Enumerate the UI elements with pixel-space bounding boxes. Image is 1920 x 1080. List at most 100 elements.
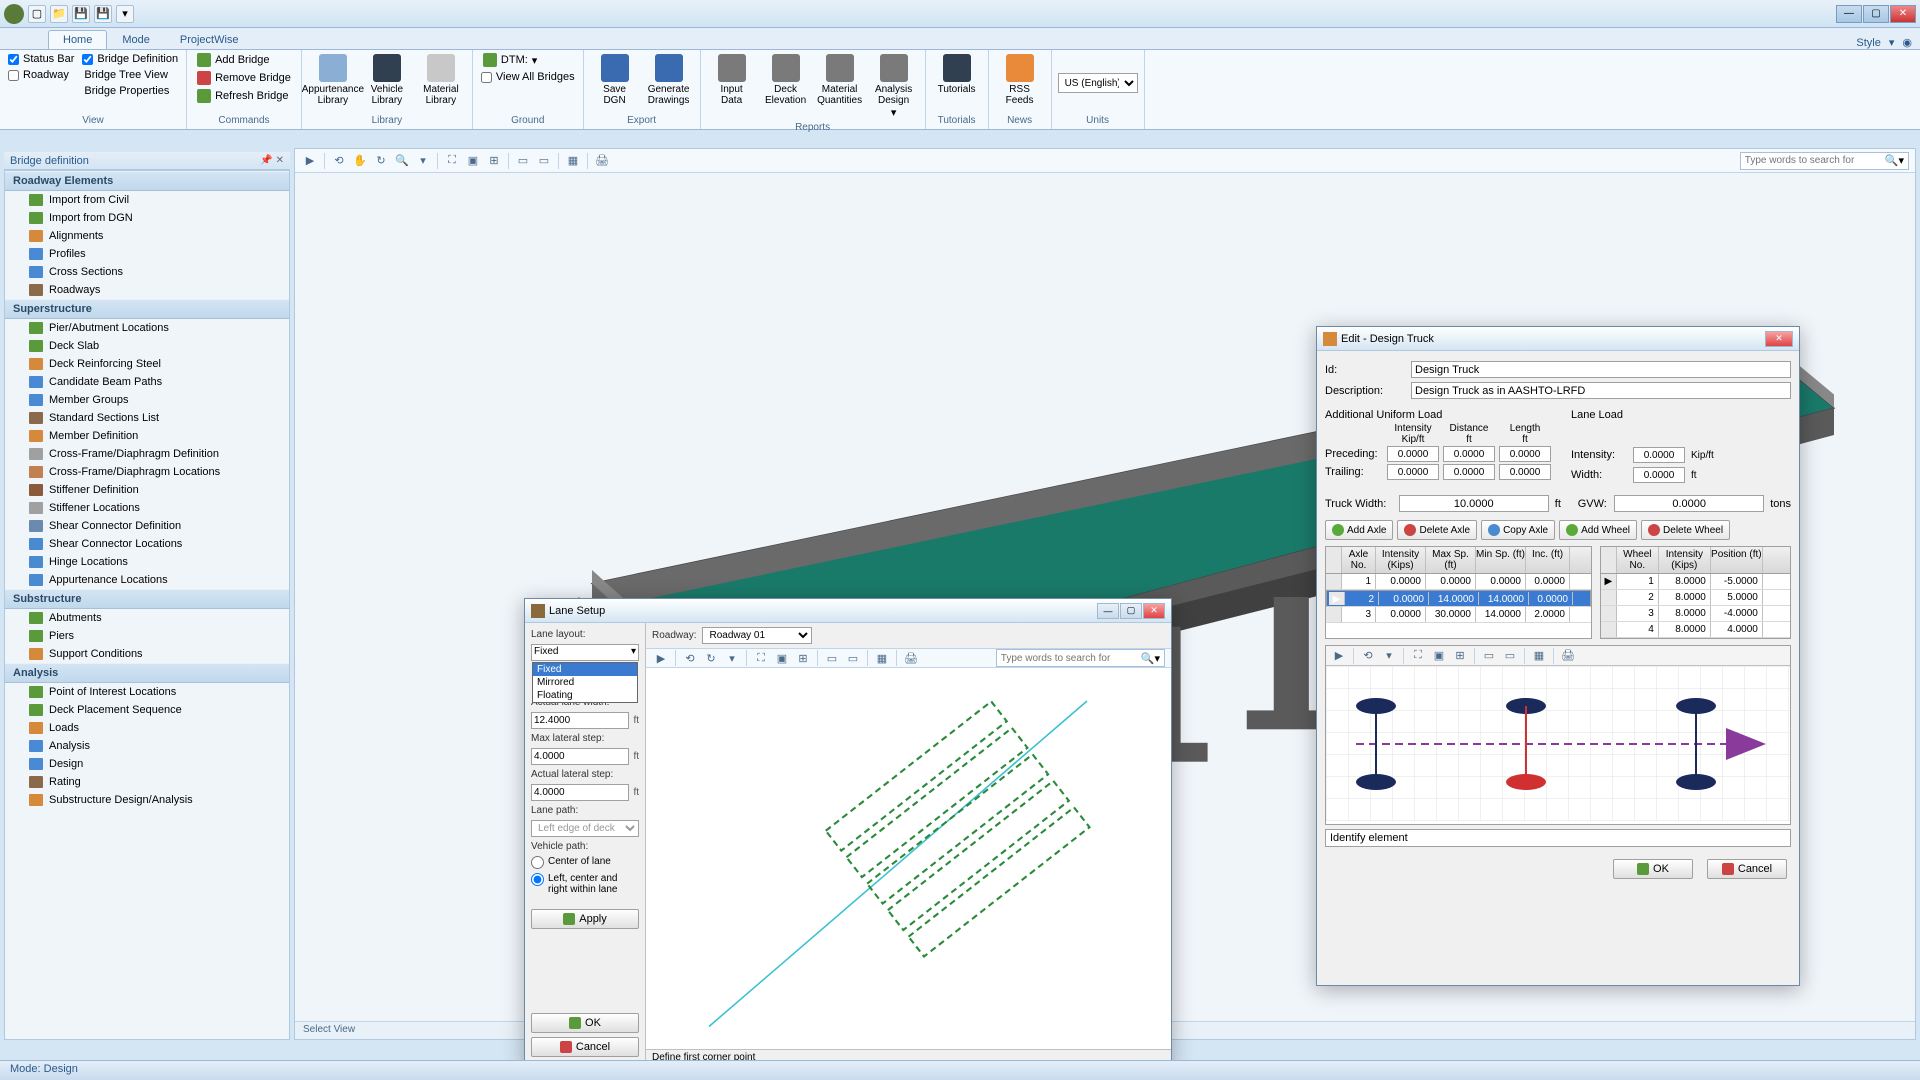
trail-distance-input[interactable]	[1443, 464, 1495, 480]
style-dropdown[interactable]: Style	[1856, 37, 1880, 49]
qat-open-icon[interactable]: 📁	[50, 5, 68, 23]
dtm-select[interactable]: DTM: ▾	[479, 52, 577, 68]
material-library-button[interactable]: Material Library	[416, 52, 466, 108]
lt-rotate-icon[interactable]: ⟲	[681, 649, 699, 667]
pv-rotate-icon[interactable]: ⟲	[1359, 647, 1377, 665]
appurtenance-library-button[interactable]: Appurtenance Library	[308, 52, 358, 108]
layout-option-mirrored[interactable]: Mirrored	[533, 676, 637, 689]
sidebar-item[interactable]: Alignments	[5, 227, 289, 245]
chk-view-all-bridges[interactable]: View All Bridges	[479, 70, 577, 84]
deck-elevation-button[interactable]: Deck Elevation	[761, 52, 811, 108]
delete-wheel-button[interactable]: Delete Wheel	[1641, 520, 1730, 540]
sidebar-item[interactable]: Pier/Abutment Locations	[5, 319, 289, 337]
sidebar-item[interactable]: Import from DGN	[5, 209, 289, 227]
pv-win-icon[interactable]: ▣	[1430, 647, 1448, 665]
rss-button[interactable]: RSS Feeds	[995, 52, 1045, 108]
sidebar-item[interactable]: Piers	[5, 627, 289, 645]
wheel-row[interactable]: 48.00004.0000	[1601, 622, 1790, 638]
generate-drawings-button[interactable]: Generate Drawings	[644, 52, 694, 108]
sidebar-pin-icon[interactable]: 📌 ✕	[260, 155, 284, 166]
roadway-select[interactable]: Roadway 01	[702, 627, 812, 644]
sidebar-item[interactable]: Design	[5, 755, 289, 773]
pv-v1-icon[interactable]: ▭	[1480, 647, 1498, 665]
gvw-input[interactable]	[1614, 495, 1764, 512]
lt-win-icon[interactable]: ▣	[773, 649, 791, 667]
lane-search-input[interactable]	[1001, 653, 1141, 664]
axle-row[interactable]: 10.00000.00000.00000.0000	[1326, 574, 1591, 590]
sidebar-item[interactable]: Shear Connector Definition	[5, 517, 289, 535]
vp-lcr-radio[interactable]: Left, center and right within lane	[531, 873, 639, 895]
sidebar-item[interactable]: Stiffener Definition	[5, 481, 289, 499]
lane-ok-button[interactable]: OK	[531, 1013, 639, 1033]
truck-close-button[interactable]: ✕	[1765, 331, 1793, 347]
sidebar-item[interactable]: Analysis	[5, 737, 289, 755]
add-bridge-button[interactable]: Add Bridge	[193, 52, 295, 68]
input-data-button[interactable]: Input Data	[707, 52, 757, 108]
lt-v1-icon[interactable]: ▭	[823, 649, 841, 667]
truck-diagram[interactable]	[1326, 666, 1790, 821]
lane-close-button[interactable]: ✕	[1143, 603, 1165, 619]
tool-extents-icon[interactable]: ⊞	[485, 152, 503, 170]
save-dgn-button[interactable]: Save DGN	[590, 52, 640, 108]
tool-dropdown-icon[interactable]: ▾	[414, 152, 432, 170]
sidebar-item[interactable]: Rating	[5, 773, 289, 791]
desc-input[interactable]	[1411, 382, 1791, 399]
pre-intensity-input[interactable]	[1387, 446, 1439, 462]
sidebar-item[interactable]: Roadways	[5, 281, 289, 299]
vp-center-radio[interactable]: Center of lane	[531, 856, 639, 869]
search-icon[interactable]: 🔍▾	[1141, 652, 1160, 665]
material-quantities-button[interactable]: Material Quantities	[815, 52, 865, 108]
sidebar-item[interactable]: Hinge Locations	[5, 553, 289, 571]
close-button[interactable]: ✕	[1890, 5, 1916, 23]
maximize-button[interactable]: ▢	[1863, 5, 1889, 23]
vehicle-library-button[interactable]: Vehicle Library	[362, 52, 412, 108]
tab-projectwise[interactable]: ProjectWise	[165, 30, 254, 49]
tool-zoom-icon[interactable]: 🔍	[393, 152, 411, 170]
lane-dlg-title-bar[interactable]: Lane Setup — ▢ ✕	[525, 599, 1171, 623]
sidebar-item[interactable]: Member Groups	[5, 391, 289, 409]
btn-bridge-tree[interactable]: Bridge Tree View	[80, 68, 180, 82]
qat-dropdown-icon[interactable]: ▾	[116, 5, 134, 23]
lt-select-icon[interactable]: ▶	[652, 649, 670, 667]
lane-cancel-button[interactable]: Cancel	[531, 1037, 639, 1057]
chevron-down-icon[interactable]: ▾	[1889, 36, 1895, 49]
sidebar-header-superstructure[interactable]: Superstructure	[5, 299, 289, 319]
remove-bridge-button[interactable]: Remove Bridge	[193, 70, 295, 86]
search-icon[interactable]: 🔍▾	[1885, 154, 1904, 167]
chk-bridge-def[interactable]: Bridge Definition	[80, 52, 180, 66]
sidebar-item[interactable]: Import from Civil	[5, 191, 289, 209]
qat-new-icon[interactable]: ▢	[28, 5, 46, 23]
tool-window-icon[interactable]: ▣	[464, 152, 482, 170]
delete-axle-button[interactable]: Delete Axle	[1397, 520, 1477, 540]
sidebar-item[interactable]: Candidate Beam Paths	[5, 373, 289, 391]
sidebar-item[interactable]: Point of Interest Locations	[5, 683, 289, 701]
axle-row[interactable]: 30.000030.000014.00002.0000	[1326, 607, 1591, 623]
apply-button[interactable]: Apply	[531, 909, 639, 929]
tab-home[interactable]: Home	[48, 30, 107, 49]
lt-dd-icon[interactable]: ▾	[723, 649, 741, 667]
pv-select-icon[interactable]: ▶	[1330, 647, 1348, 665]
wheel-row[interactable]: 38.0000-4.0000	[1601, 606, 1790, 622]
sidebar-header-roadway[interactable]: Roadway Elements	[5, 171, 289, 191]
tool-print-icon[interactable]: 🖨	[593, 152, 611, 170]
add-wheel-button[interactable]: Add Wheel	[1559, 520, 1637, 540]
lt-ext-icon[interactable]: ⊞	[794, 649, 812, 667]
axle-grid[interactable]: Axle No. Intensity (Kips) Max Sp. (ft) M…	[1325, 546, 1592, 639]
axle-row[interactable]: ▶20.000014.000014.00000.0000	[1326, 590, 1591, 607]
view-search[interactable]: 🔍▾	[1740, 152, 1909, 170]
actual-lateral-step-input[interactable]	[531, 784, 629, 801]
sidebar-item[interactable]: Loads	[5, 719, 289, 737]
analysis-design-button[interactable]: Analysis Design▾	[869, 52, 919, 121]
pre-length-input[interactable]	[1499, 446, 1551, 462]
pre-distance-input[interactable]	[1443, 446, 1495, 462]
app-icon[interactable]	[4, 4, 24, 24]
search-input[interactable]	[1745, 155, 1885, 166]
id-input[interactable]	[1411, 361, 1791, 378]
lane-maximize-button[interactable]: ▢	[1120, 603, 1142, 619]
wheel-row[interactable]: ▶18.0000-5.0000	[1601, 574, 1790, 590]
copy-axle-button[interactable]: Copy Axle	[1481, 520, 1555, 540]
pv-print-icon[interactable]: 🖨	[1559, 647, 1577, 665]
sidebar-item[interactable]: Stiffener Locations	[5, 499, 289, 517]
actual-lane-width-input[interactable]	[531, 712, 629, 729]
chk-roadway[interactable]: Roadway	[6, 68, 76, 82]
